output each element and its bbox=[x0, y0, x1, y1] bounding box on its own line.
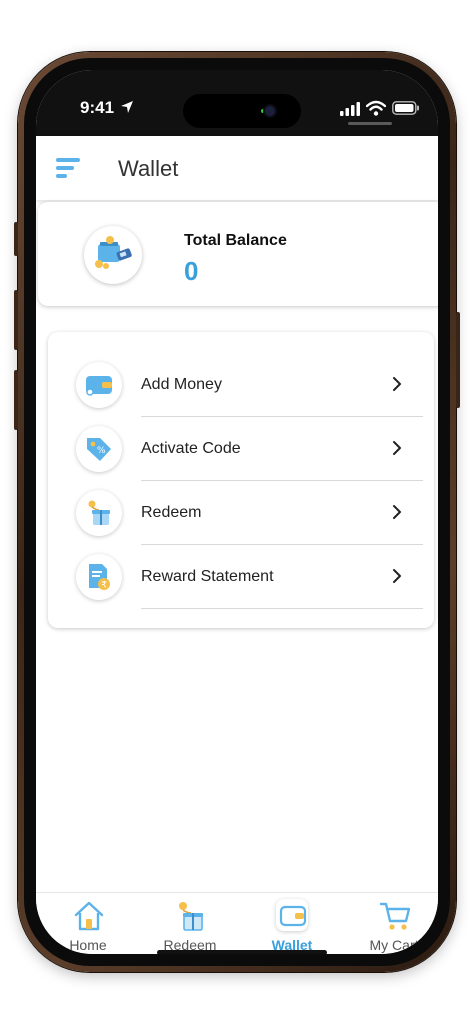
menu-item-label: Reward Statement bbox=[141, 568, 274, 585]
location-arrow-icon bbox=[121, 101, 133, 113]
menu-item-add-money[interactable]: Add Money bbox=[48, 354, 434, 418]
status-time: 9:41 bbox=[80, 98, 115, 117]
battery-icon bbox=[392, 101, 419, 115]
wallet-icon bbox=[279, 905, 307, 927]
status-divider bbox=[348, 122, 392, 125]
front-camera-icon bbox=[265, 106, 275, 116]
action-button bbox=[14, 222, 18, 256]
nav-label: Home bbox=[69, 937, 107, 953]
balance-card: Total Balance 0 bbox=[38, 202, 438, 306]
volume-up-button bbox=[14, 290, 18, 350]
menu-item-reward-statement[interactable]: ₹ Reward Statement bbox=[48, 546, 434, 610]
menu-item-label: Activate Code bbox=[141, 440, 241, 457]
wallet-menu-card: Add Money % Activate Code Redeem ₹ Rewar… bbox=[48, 332, 434, 628]
divider bbox=[141, 544, 423, 545]
home-icon bbox=[74, 901, 104, 931]
wallet-coins-icon bbox=[95, 236, 132, 269]
page-title: Wallet bbox=[118, 156, 179, 181]
menu-icon[interactable] bbox=[56, 158, 80, 178]
nav-wallet[interactable]: Wallet bbox=[242, 893, 342, 954]
row-avatar bbox=[76, 362, 122, 408]
gift-icon bbox=[179, 902, 203, 931]
chevron-right-icon bbox=[393, 441, 401, 455]
divider bbox=[141, 416, 423, 417]
svg-text:₹: ₹ bbox=[101, 581, 107, 591]
total-balance-label: Total Balance bbox=[184, 232, 287, 249]
gift-icon bbox=[88, 500, 110, 525]
app-header: Wallet bbox=[36, 136, 438, 200]
row-avatar: % bbox=[76, 426, 122, 472]
status-bar: 9:41 bbox=[36, 70, 438, 136]
tag-icon: % bbox=[87, 438, 111, 461]
volume-down-button bbox=[14, 370, 18, 430]
divider bbox=[141, 480, 423, 481]
nav-redeem[interactable]: Redeem bbox=[140, 893, 240, 954]
statement-icon: ₹ bbox=[89, 564, 110, 591]
row-avatar bbox=[76, 490, 122, 536]
svg-text:%: % bbox=[97, 446, 106, 456]
screen: 9:41 Wallet Total Balance 0 Add Money % … bbox=[36, 70, 438, 954]
wifi-icon bbox=[366, 100, 386, 116]
dynamic-island bbox=[183, 94, 301, 128]
chevron-right-icon bbox=[393, 505, 401, 519]
wallet-icon bbox=[86, 376, 112, 396]
total-balance-value: 0 bbox=[184, 256, 199, 286]
menu-item-label: Redeem bbox=[141, 504, 202, 521]
menu-item-label: Add Money bbox=[141, 376, 222, 393]
cellular-signal-icon bbox=[340, 102, 360, 116]
home-indicator bbox=[157, 950, 327, 954]
menu-item-activate-code[interactable]: % Activate Code bbox=[48, 418, 434, 482]
balance-avatar bbox=[84, 226, 142, 284]
phone-bezel: 9:41 Wallet Total Balance 0 Add Money % … bbox=[24, 58, 450, 966]
phone-frame: 9:41 Wallet Total Balance 0 Add Money % … bbox=[14, 52, 460, 972]
nav-my-cart[interactable]: My Cart bbox=[344, 893, 438, 954]
chevron-right-icon bbox=[393, 569, 401, 583]
row-avatar: ₹ bbox=[76, 554, 122, 600]
chevron-right-icon bbox=[393, 377, 401, 391]
divider bbox=[141, 608, 423, 609]
bottom-nav: Home Redeem Wallet My Cart bbox=[36, 892, 438, 954]
cart-icon bbox=[379, 902, 411, 930]
power-button bbox=[456, 312, 460, 408]
nav-label: My Cart bbox=[369, 937, 419, 953]
menu-item-redeem[interactable]: Redeem bbox=[48, 482, 434, 546]
nav-home[interactable]: Home bbox=[38, 893, 138, 954]
